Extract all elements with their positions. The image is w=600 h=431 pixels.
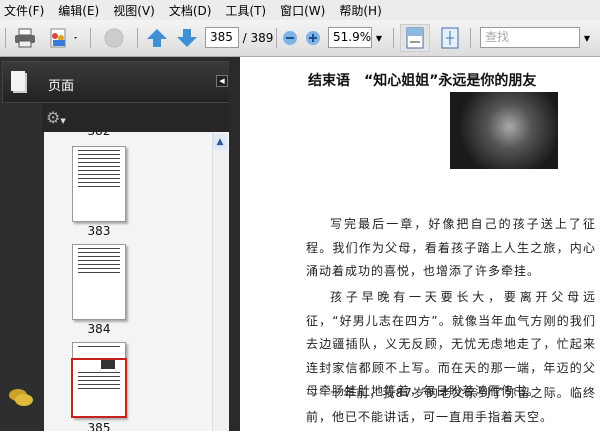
globe-icon [104, 28, 124, 48]
comments-icon[interactable] [8, 387, 34, 409]
visible-area-indicator[interactable] [71, 358, 127, 418]
page-number-input[interactable]: 385 [205, 27, 239, 48]
menu-file[interactable]: 文件(F) [4, 2, 44, 19]
print-button[interactable] [12, 26, 38, 50]
chapter-title: 结束语 “知心姐姐”永远是你的朋友 [308, 73, 537, 89]
toolbar: 385 / 389 51.9% ▼ 查找 ▼ [0, 20, 600, 57]
zoom-out-icon [283, 31, 297, 45]
collaborate-button[interactable] [46, 26, 82, 50]
document-view: 结束语 “知心姐姐”永远是你的朋友 写完最后一章，好像把自己的孩子送上了征程。我… [240, 57, 600, 431]
menu-view[interactable]: 视图(V) [113, 2, 155, 19]
thumbnail-label: 382 [72, 132, 126, 138]
fit-page-button[interactable] [438, 26, 462, 50]
zoom-level-input[interactable]: 51.9% [328, 27, 372, 48]
fit-page-icon [441, 27, 459, 49]
zoom-dropdown-chevron-icon[interactable]: ▼ [372, 26, 386, 50]
total-pages: / 389 [242, 31, 274, 45]
separator [90, 28, 91, 48]
printer-icon [15, 28, 35, 48]
menu-bar: 文件(F) 编辑(E) 视图(V) 文档(D) 工具(T) 窗口(W) 帮助(H… [0, 0, 600, 20]
paragraph: 写完最后一章，好像把自己的孩子送上了征程。我们作为父母，看着孩子踏上人生之旅，内… [306, 217, 596, 278]
thumbnail-page-383[interactable] [72, 146, 126, 222]
navigation-pane [0, 57, 44, 431]
menu-edit[interactable]: 编辑(E) [58, 2, 99, 19]
menu-tools[interactable]: 工具(T) [225, 2, 266, 19]
page-thumbnails: 382 383 384 385 [44, 132, 229, 431]
paragraph: 十年前，我87岁的老父亲到了弥留之际。临终前，他已不能讲话，可一直用手指着天空。 [306, 386, 596, 424]
zoom-in-icon [306, 31, 320, 45]
thumbnail-label: 385 [87, 421, 111, 431]
options-gear-icon[interactable]: ⚙▼ [46, 108, 66, 127]
share-people-icon [50, 28, 77, 48]
scroll-up-chevron-icon[interactable]: ▲ [213, 134, 227, 150]
panel-title: 页面 [48, 79, 75, 94]
menu-window[interactable]: 窗口(W) [280, 2, 325, 19]
next-page-button[interactable] [175, 26, 199, 50]
pages-icon [11, 71, 27, 93]
search-input[interactable]: 查找 [480, 27, 580, 48]
thumbnail-label: 383 [87, 224, 111, 238]
thumbnails-scrollbar[interactable]: ▲ [212, 132, 228, 431]
toolbar-grip [5, 28, 6, 48]
zoom-in-button[interactable] [304, 26, 322, 50]
thumbnail-label: 384 [87, 322, 111, 336]
separator [137, 28, 138, 48]
menu-document[interactable]: 文档(D) [169, 2, 212, 19]
menu-help[interactable]: 帮助(H) [339, 2, 381, 19]
separator [393, 28, 394, 48]
web-button[interactable] [100, 26, 128, 50]
arrow-down-icon [177, 29, 197, 47]
arrow-up-icon [147, 29, 167, 47]
document-photo [450, 92, 558, 169]
previous-page-button[interactable] [145, 26, 169, 50]
pages-panel-header: 页面 ◀ [2, 61, 232, 103]
separator [470, 28, 471, 48]
thumbnail-page-384[interactable] [72, 244, 126, 320]
panel-splitter[interactable] [229, 57, 240, 431]
separator [276, 28, 277, 48]
thumbnail-page-385[interactable] [71, 342, 127, 418]
collapse-panel-button[interactable]: ◀ [216, 75, 228, 87]
fit-width-icon [406, 27, 424, 49]
panel-options-row: ⚙▼ [42, 103, 232, 132]
search-dropdown-chevron-icon[interactable]: ▼ [580, 26, 594, 50]
zoom-out-button[interactable] [281, 26, 299, 50]
fit-width-button[interactable] [400, 24, 430, 52]
